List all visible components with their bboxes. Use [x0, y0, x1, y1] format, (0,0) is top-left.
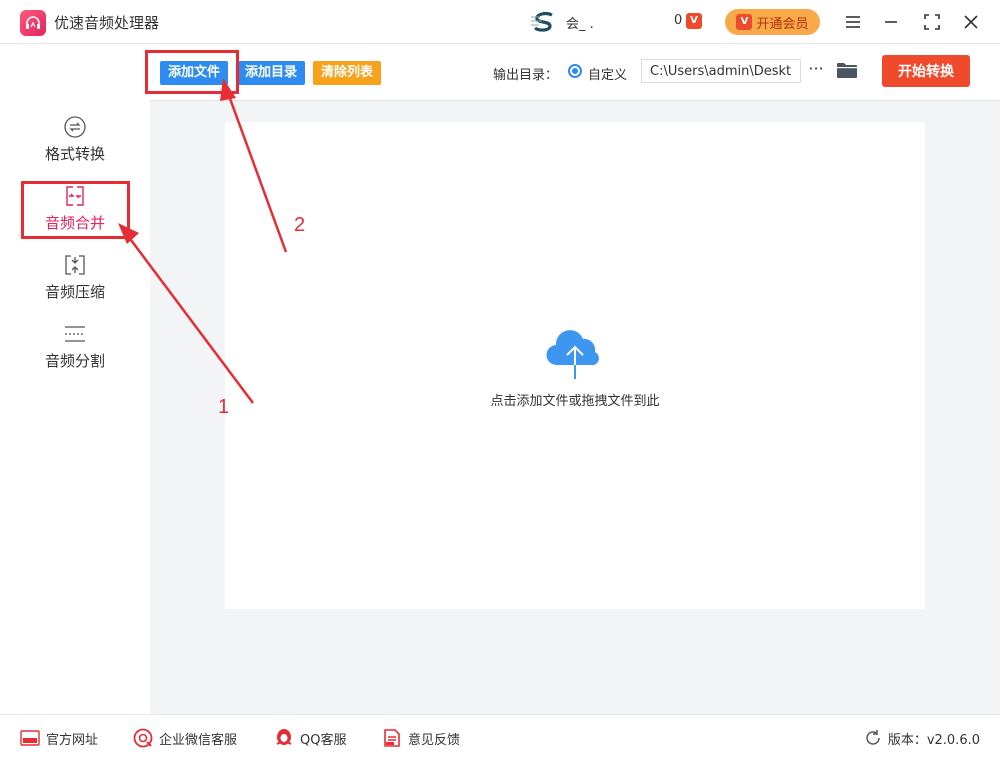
qq-service-label: QQ客服 [300, 732, 347, 748]
output-path-input[interactable] [641, 59, 801, 83]
headphones-icon [26, 16, 40, 29]
sidebar-item-label: 音频分割 [44, 352, 105, 370]
dropzone-hint: 点击添加文件或拖拽文件到此 [490, 394, 660, 409]
output-dir-label: 输出目录： [493, 68, 559, 83]
app-logo [20, 10, 46, 36]
add-file-button[interactable]: 添加文件 [160, 61, 229, 85]
wecom-service-label: 企业微信客服 [159, 732, 238, 748]
user-name[interactable]: 会_ . [566, 13, 594, 32]
folder-icon[interactable] [836, 60, 858, 80]
maximize-button[interactable] [920, 10, 944, 34]
start-convert-button[interactable]: 开始转换 [882, 55, 970, 87]
website-icon [20, 730, 40, 746]
hamburger-icon [846, 16, 860, 28]
website-link-label: 官方网址 [46, 732, 99, 748]
website-link[interactable]: 官方网址 [20, 728, 98, 748]
more-options-button[interactable]: ··· [806, 57, 826, 81]
sidebar-item-format-convert[interactable]: 格式转换 [0, 115, 150, 175]
version-label: 版本：v2.0.6.0 [887, 732, 980, 748]
add-folder-button[interactable]: 添加目录 [237, 61, 306, 85]
qq-service-link[interactable]: QQ客服 [274, 728, 346, 748]
coin-count: 0 [674, 13, 683, 28]
version-info: 版本：v2.0.6.0 [864, 728, 980, 748]
wecom-service-link[interactable]: 企业微信客服 [133, 728, 237, 748]
sidebar-item-audio-compress[interactable]: 音频压缩 [0, 253, 150, 313]
user-avatar-icon [531, 12, 553, 32]
main-area: 点击添加文件或拖拽文件到此 [150, 101, 1000, 714]
sidebar-item-label: 音频合并 [44, 214, 105, 232]
cloud-upload-icon [546, 330, 599, 379]
audio-merge-icon [66, 186, 84, 206]
audio-compress-icon [65, 255, 85, 275]
vip-icon: V [736, 14, 753, 30]
clear-list-button[interactable]: 清除列表 [313, 61, 382, 85]
annotation-number-1: 1 [218, 396, 230, 418]
vip-button-label: 开通会员 [756, 16, 809, 32]
format-convert-icon [64, 116, 86, 138]
maximize-icon [924, 14, 940, 30]
vip-button[interactable]: V 开通会员 [725, 9, 820, 35]
app-title: 优速音频处理器 [54, 14, 160, 32]
title-bar: 优速音频处理器 会_ . 0 V V 开通会员 [0, 0, 1000, 44]
menu-button[interactable] [841, 10, 865, 34]
custom-dir-radio[interactable] [568, 64, 582, 78]
feedback-icon [384, 729, 400, 747]
close-button[interactable] [959, 10, 983, 34]
sidebar-item-label: 音频压缩 [44, 283, 105, 301]
audio-split-icon [65, 326, 85, 342]
custom-dir-label[interactable]: 自定义 [588, 64, 627, 83]
toolbar: 添加文件 添加目录 清除列表 输出目录： 自定义 ··· 开始转换 [150, 45, 1000, 101]
sidebar-item-label: 格式转换 [44, 145, 105, 163]
minimize-button[interactable] [879, 10, 903, 34]
close-icon [964, 15, 978, 29]
feedback-link[interactable]: 意见反馈 [382, 728, 460, 748]
sidebar: 格式转换 音频合并 音频压缩 音频分割 [0, 45, 150, 714]
annotation-number-2: 2 [294, 214, 306, 236]
footer: 官方网址 企业微信客服 QQ客服 意见反馈 版本：v2.0.6.0 [0, 714, 1000, 760]
refresh-icon[interactable] [864, 729, 882, 747]
wecom-icon [133, 728, 153, 748]
minimize-icon [885, 21, 897, 23]
qq-icon [276, 729, 292, 745]
file-dropzone[interactable]: 点击添加文件或拖拽文件到此 [225, 122, 925, 609]
coin-icon: V [686, 13, 702, 29]
feedback-label: 意见反馈 [408, 732, 461, 748]
sidebar-item-audio-merge[interactable]: 音频合并 [0, 184, 150, 244]
sidebar-item-audio-split[interactable]: 音频分割 [0, 322, 150, 382]
